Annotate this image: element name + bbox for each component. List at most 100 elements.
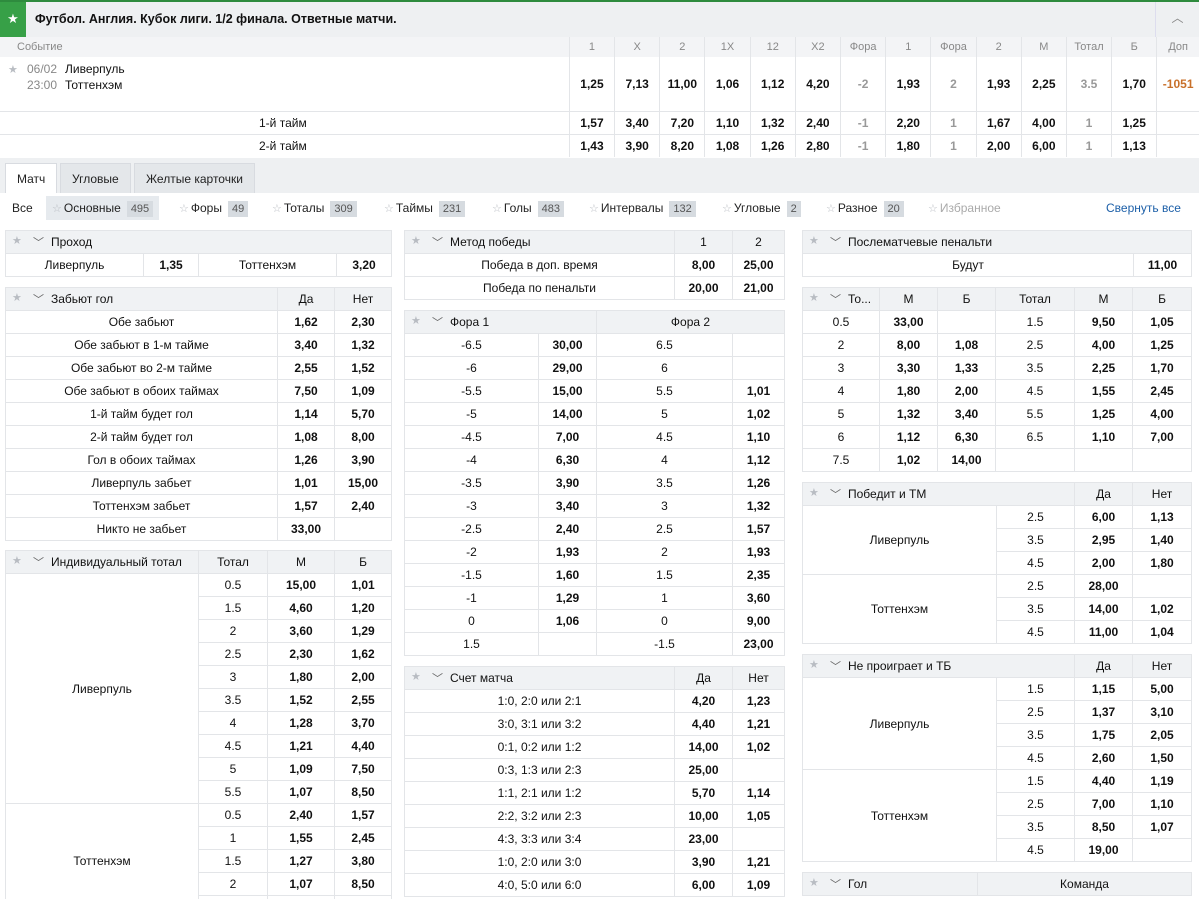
odds-cell[interactable]: 1,13: [1132, 505, 1193, 529]
odds-cell[interactable]: 1,55: [1074, 379, 1133, 403]
odds-cell[interactable]: 25,00: [732, 253, 785, 277]
star-icon[interactable]: ★: [809, 486, 819, 499]
odds-cell[interactable]: 1,80: [267, 665, 335, 689]
odds-cell[interactable]: 1,12: [732, 448, 785, 472]
odds-cell[interactable]: 21,00: [732, 276, 785, 300]
odds-cell[interactable]: 1,10: [704, 110, 751, 134]
odds-cell[interactable]: 29,00: [538, 356, 597, 380]
block-header[interactable]: ★ ﹀ Забьют гол: [5, 287, 278, 311]
odds-cell[interactable]: 1,27: [267, 849, 335, 873]
odds-cell[interactable]: 1,25: [1074, 402, 1133, 426]
odds-cell[interactable]: 20,00: [674, 276, 733, 300]
odds-cell[interactable]: 6,30: [937, 425, 996, 449]
odds-cell[interactable]: 1,75: [1074, 723, 1134, 747]
odds-cell[interactable]: 1,40: [1132, 528, 1193, 552]
odds-cell[interactable]: 1,35: [143, 253, 199, 277]
odds-cell[interactable]: 1,93: [732, 540, 785, 564]
odds-cell[interactable]: 2,00: [334, 665, 392, 689]
odds-cell[interactable]: 1,02: [879, 448, 938, 472]
odds-cell[interactable]: 1,06: [538, 609, 597, 633]
odds-cell[interactable]: 1,01: [277, 471, 335, 495]
odds-cell[interactable]: 1,25: [568, 57, 615, 111]
odds-cell[interactable]: 1,10: [732, 425, 785, 449]
odds-cell[interactable]: 25,00: [674, 758, 733, 782]
odds-cell[interactable]: 2,45: [1132, 379, 1192, 403]
odds-cell[interactable]: 2,60: [1074, 746, 1134, 770]
filter-corners[interactable]: ☆ Угловые 2: [716, 196, 807, 220]
odds-cell[interactable]: 1,09: [267, 757, 335, 781]
odds-cell[interactable]: 19,00: [1074, 838, 1134, 862]
odds-cell[interactable]: 4,20: [674, 689, 733, 713]
odds-cell[interactable]: 3,90: [538, 471, 597, 495]
odds-cell[interactable]: 1: [930, 133, 977, 157]
block-header[interactable]: ★ ﹀ Фора 1: [404, 310, 597, 334]
odds-cell[interactable]: 7,20: [659, 110, 705, 134]
odds-cell[interactable]: 1,05: [732, 804, 785, 828]
odds-cell[interactable]: 4,40: [334, 734, 392, 758]
odds-cell[interactable]: 1,43: [568, 133, 615, 157]
odds-cell[interactable]: 9,00: [732, 609, 785, 633]
odds-cell[interactable]: 1,10: [1074, 425, 1133, 449]
odds-cell[interactable]: 2,40: [794, 110, 841, 134]
odds-cell[interactable]: 15,00: [267, 573, 335, 597]
filter-all[interactable]: Все: [6, 196, 39, 220]
star-icon[interactable]: ★: [8, 63, 18, 76]
odds-cell[interactable]: 1,52: [267, 688, 335, 712]
odds-cell[interactable]: 1,15: [1074, 677, 1134, 701]
odds-cell[interactable]: 1,70: [1111, 57, 1157, 111]
odds-cell[interactable]: 3,90: [614, 133, 660, 157]
odds-cell[interactable]: 1,57: [334, 803, 392, 827]
odds-cell[interactable]: 1,01: [732, 379, 785, 403]
odds-cell[interactable]: 1,08: [937, 333, 996, 357]
odds-cell[interactable]: 2,05: [1132, 723, 1193, 747]
odds-cell[interactable]: 1,29: [538, 586, 597, 610]
odds-cell[interactable]: 9,50: [1074, 310, 1133, 334]
odds-cell[interactable]: 3,20: [336, 253, 392, 277]
odds-cell[interactable]: 3,40: [614, 110, 660, 134]
odds-cell[interactable]: 1,20: [334, 596, 392, 620]
odds-cell[interactable]: 7,00: [538, 425, 597, 449]
odds-cell[interactable]: 3,40: [937, 402, 996, 426]
odds-cell[interactable]: 3,40: [538, 494, 597, 518]
odds-cell[interactable]: 2,95: [1074, 528, 1134, 552]
odds-cell[interactable]: 1,09: [334, 379, 392, 403]
odds-cell[interactable]: 2,30: [334, 310, 392, 334]
odds-cell[interactable]: 1,52: [334, 356, 392, 380]
odds-cell[interactable]: 1,57: [277, 494, 335, 518]
odds-cell[interactable]: 1,55: [267, 826, 335, 850]
odds-cell[interactable]: 1,62: [334, 642, 392, 666]
odds-cell[interactable]: 1,32: [879, 402, 938, 426]
odds-cell[interactable]: 3,90: [674, 850, 733, 874]
odds-cell[interactable]: 1,25: [1111, 110, 1157, 134]
odds-cell[interactable]: 1,04: [1132, 620, 1193, 644]
odds-cell[interactable]: 3,40: [277, 333, 335, 357]
block-header[interactable]: ★ ﹀ Индивидуальный тотал: [5, 550, 199, 574]
odds-cell[interactable]: 4,00: [1132, 402, 1192, 426]
odds-cell[interactable]: 1,02: [732, 735, 785, 759]
odds-cell[interactable]: 1,23: [732, 689, 785, 713]
odds-cell[interactable]: 1,93: [538, 540, 597, 564]
odds-cell[interactable]: 3,60: [267, 619, 335, 643]
odds-cell[interactable]: 30,00: [538, 333, 597, 357]
odds-cell[interactable]: 14,00: [1074, 597, 1134, 621]
odds-cell[interactable]: 1,25: [1132, 333, 1192, 357]
odds-cell[interactable]: 3,60: [732, 586, 785, 610]
block-header[interactable]: ★ ﹀ Победит и ТМ: [801, 482, 1076, 506]
odds-cell[interactable]: 1,13: [1111, 133, 1157, 157]
odds-cell[interactable]: 28,00: [1074, 574, 1134, 598]
block-header[interactable]: ★ ﹀ Не проиграет и ТБ: [801, 654, 1076, 678]
odds-cell[interactable]: 1,80: [885, 133, 931, 157]
odds-cell[interactable]: 1,05: [1132, 310, 1192, 334]
odds-cell[interactable]: 2: [930, 57, 977, 111]
odds-cell[interactable]: 1,93: [975, 57, 1022, 111]
odds-cell[interactable]: 1,57: [568, 110, 615, 134]
odds-cell[interactable]: -1: [839, 110, 886, 134]
odds-cell[interactable]: 3,80: [334, 849, 392, 873]
odds-cell[interactable]: 3,30: [879, 356, 938, 380]
odds-cell[interactable]: 2,25: [1020, 57, 1067, 111]
block-header[interactable]: ★ ﹀ То...: [802, 287, 880, 311]
odds-cell[interactable]: 14,00: [674, 735, 733, 759]
tab-yellow-cards[interactable]: Желтые карточки: [134, 163, 255, 193]
odds-cell[interactable]: 1,57: [732, 517, 785, 541]
odds-cell[interactable]: 5,00: [1132, 677, 1193, 701]
